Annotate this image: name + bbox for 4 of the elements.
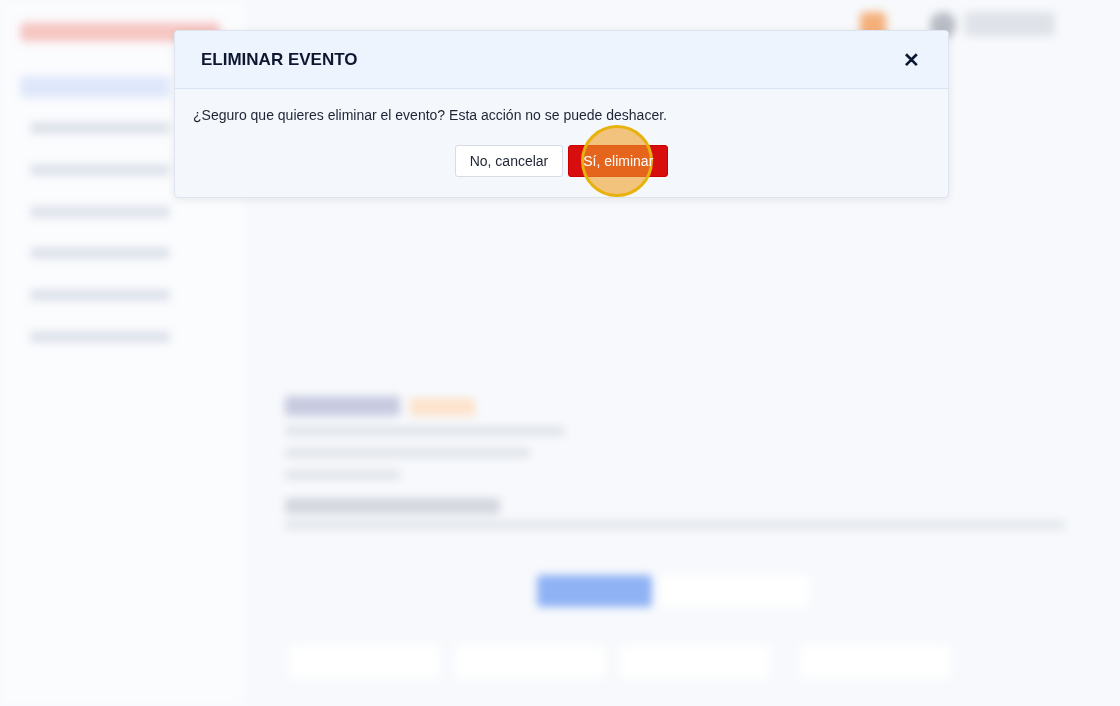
cancel-button[interactable]: No, cancelar [454, 145, 564, 177]
close-button[interactable]: ✕ [899, 45, 924, 74]
dialog-message: ¿Seguro que quieres eliminar el evento? Esta acción no se puede deshacer. [193, 107, 668, 123]
dialog-title: ELIMINAR EVENTO [201, 49, 358, 70]
